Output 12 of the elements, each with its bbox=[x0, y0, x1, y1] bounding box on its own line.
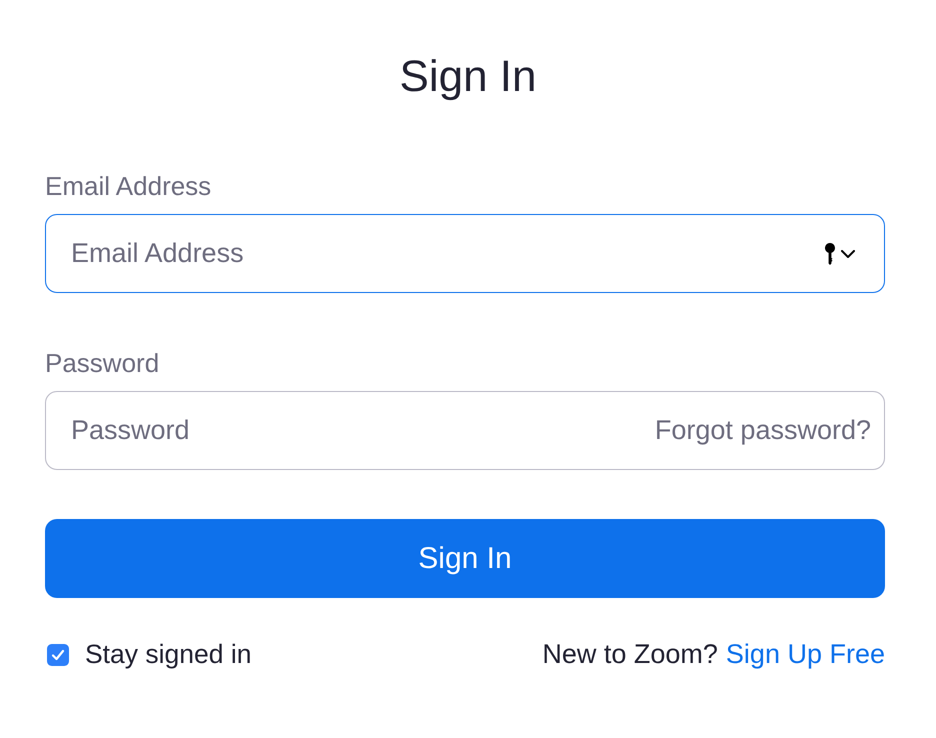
field-label: Password bbox=[45, 348, 160, 378]
sign-in-button[interactable]: Sign In bbox=[45, 519, 885, 598]
email-field[interactable]: Email Address bbox=[45, 214, 885, 293]
field-label: Email Address bbox=[45, 171, 212, 201]
signup-prompt: New to Zoom? bbox=[542, 639, 718, 670]
checkbox-label[interactable]: Stay signed in bbox=[85, 639, 252, 670]
page-title: Sign In bbox=[400, 51, 536, 103]
chevron-icon[interactable] bbox=[841, 250, 855, 258]
key-icon[interactable] bbox=[825, 242, 835, 264]
sign-up-link[interactable]: Sign Up Free bbox=[726, 639, 885, 670]
checkbox[interactable] bbox=[47, 644, 69, 666]
forgot-password-link[interactable]: Forgot password? bbox=[654, 415, 871, 446]
